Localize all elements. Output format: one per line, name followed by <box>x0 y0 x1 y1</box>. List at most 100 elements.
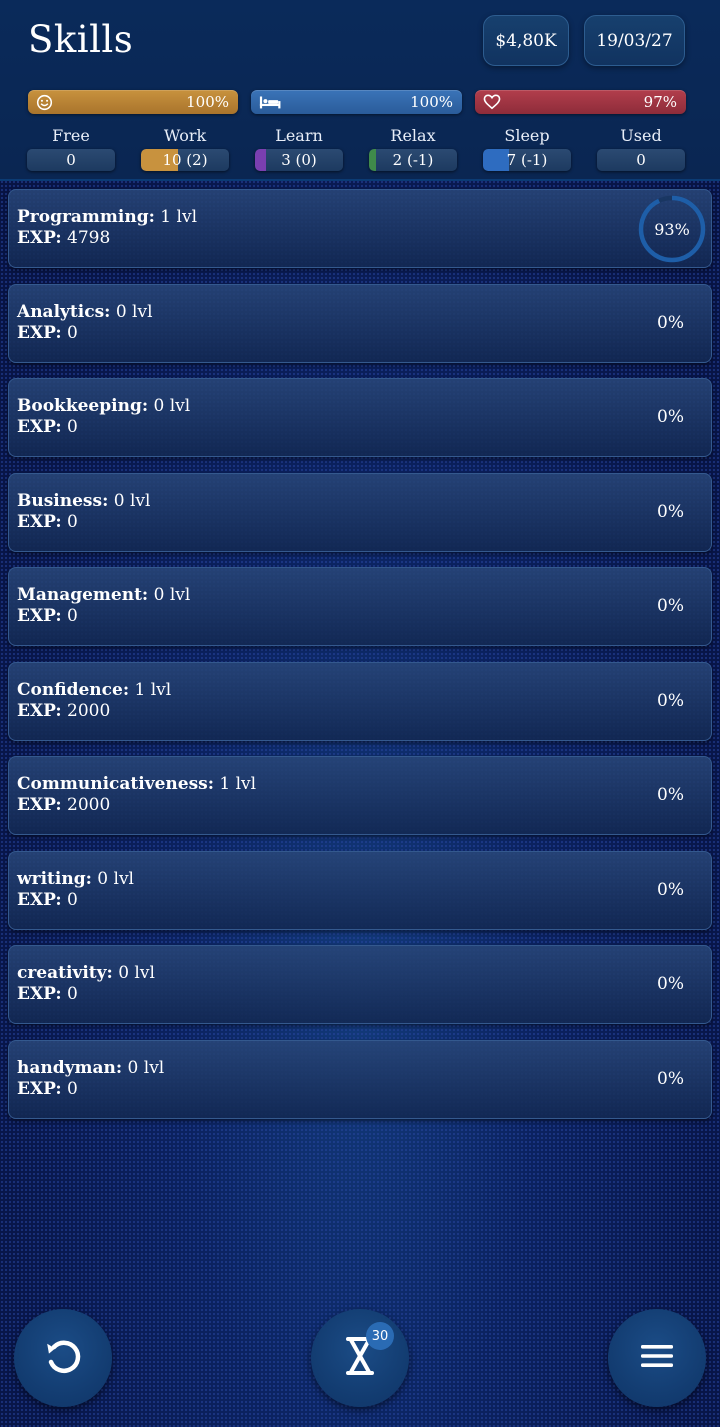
bed-icon <box>259 94 281 110</box>
health-bar: 97% <box>475 90 686 114</box>
skill-progress: 0% <box>657 879 684 900</box>
exp-label: EXP: <box>17 322 62 343</box>
stat-label: Sleep <box>504 126 550 145</box>
skill-exp: 0 <box>61 984 78 1004</box>
skill-exp: 2000 <box>61 795 111 815</box>
skill-card-writing[interactable]: writing: 0 lvl EXP: 0 0% <box>8 850 712 930</box>
top-bar: Skills $4,80K 19/03/27 100% 100% 97% Fre… <box>0 0 720 181</box>
skill-card-bookkeeping[interactable]: Bookkeeping: 0 lvl EXP: 0 0% <box>8 378 712 457</box>
stat-work: Work 10 (2) <box>141 126 229 171</box>
skill-card-programming[interactable]: Programming: 1 lvl EXP: 4798 93% <box>8 189 712 268</box>
stat-value: 10 (2) <box>162 151 208 169</box>
skill-progress: 0% <box>657 690 684 711</box>
exp-label: EXP: <box>17 511 62 532</box>
stat-label: Relax <box>390 126 436 145</box>
undo-button[interactable] <box>14 1309 112 1407</box>
exp-label: EXP: <box>17 1078 62 1099</box>
energy-bar: 100% <box>251 90 462 114</box>
skill-level: 0 lvl <box>148 396 191 416</box>
skill-card-handyman[interactable]: handyman: 0 lvl EXP: 0 0% <box>8 1039 712 1119</box>
stat-label: Work <box>163 126 207 145</box>
heart-icon <box>483 94 501 110</box>
skill-exp: 0 <box>61 1078 78 1099</box>
stat-box: 7 (-1) <box>483 149 571 171</box>
time-badge: 30 <box>366 1322 394 1350</box>
stat-label: Used <box>620 126 662 145</box>
stat-used: Used 0 <box>597 126 685 171</box>
skill-card-creativity[interactable]: creativity: 0 lvl EXP: 0 0% <box>8 945 712 1024</box>
skill-exp: 0 <box>61 889 78 910</box>
skill-level: 0 lvl <box>148 585 191 605</box>
stat-label: Learn <box>275 126 323 145</box>
skill-name: Management: <box>17 585 149 605</box>
skill-progress: 0% <box>657 312 684 333</box>
skill-exp: 0 <box>61 322 78 343</box>
skill-level: 0 lvl <box>110 301 153 322</box>
exp-label: EXP: <box>17 417 62 437</box>
date-button[interactable]: 19/03/27 <box>584 15 685 66</box>
exp-label: EXP: <box>17 606 62 626</box>
skills-list: Programming: 1 lvl EXP: 4798 93% Analyti… <box>8 189 712 1134</box>
stat-learn: Learn 3 (0) <box>255 126 343 171</box>
skill-name: Analytics: <box>17 301 111 322</box>
skill-exp: 0 <box>61 511 78 532</box>
skill-level: 0 lvl <box>122 1057 165 1078</box>
exp-label: EXP: <box>17 889 62 910</box>
skill-progress: 0% <box>657 1068 684 1089</box>
menu-button[interactable] <box>608 1309 706 1407</box>
skill-card-communicativeness[interactable]: Communicativeness: 1 lvl EXP: 2000 0% <box>8 756 712 835</box>
skill-progress: 93% <box>654 219 690 239</box>
energy-value: 100% <box>410 93 453 111</box>
exp-label: EXP: <box>17 795 62 815</box>
stat-relax: Relax 2 (-1) <box>369 126 457 171</box>
stat-box: 3 (0) <box>255 149 343 171</box>
skip-time-button[interactable] <box>311 1309 409 1407</box>
skill-name: Programming: <box>17 207 155 227</box>
skill-card-analytics[interactable]: Analytics: 0 lvl EXP: 0 0% <box>8 283 712 363</box>
skill-name: writing: <box>17 868 92 889</box>
skill-card-confidence[interactable]: Confidence: 1 lvl EXP: 2000 0% <box>8 661 712 741</box>
skill-progress: 0% <box>657 501 684 522</box>
stat-value: 7 (-1) <box>506 151 548 169</box>
stat-sleep: Sleep 7 (-1) <box>483 126 571 171</box>
money-button[interactable]: $4,80K <box>483 15 569 66</box>
skill-exp: 0 <box>61 606 78 626</box>
skill-level: 1 lvl <box>154 207 198 227</box>
skill-level: 0 lvl <box>91 868 134 889</box>
skill-name: Communicativeness: <box>17 774 214 794</box>
exp-label: EXP: <box>17 700 62 721</box>
skill-name: Confidence: <box>17 679 130 700</box>
skill-card-business[interactable]: Business: 0 lvl EXP: 0 0% <box>8 472 712 552</box>
skill-exp: 0 <box>61 417 78 437</box>
skill-progress: 0% <box>657 785 684 805</box>
skill-name: handyman: <box>17 1057 123 1078</box>
stat-value: 3 (0) <box>281 151 317 169</box>
exp-label: EXP: <box>17 984 62 1004</box>
stat-value: 0 <box>66 151 76 169</box>
page-title: Skills <box>28 18 134 61</box>
stat-label: Free <box>52 126 90 145</box>
stat-box: 2 (-1) <box>369 149 457 171</box>
health-value: 97% <box>643 93 677 111</box>
skill-exp: 2000 <box>61 700 111 721</box>
skill-exp: 4798 <box>61 228 111 248</box>
undo-icon <box>42 1335 84 1381</box>
skill-name: Bookkeeping: <box>17 396 149 416</box>
smiley-icon <box>36 94 53 111</box>
stat-box: 10 (2) <box>141 149 229 171</box>
skill-level: 1 lvl <box>214 774 257 794</box>
stat-box: 0 <box>27 149 115 171</box>
skill-progress: 0% <box>657 596 684 616</box>
skill-level: 1 lvl <box>129 679 172 700</box>
skill-card-management[interactable]: Management: 0 lvl EXP: 0 0% <box>8 567 712 646</box>
skill-progress: 0% <box>657 974 684 994</box>
hamburger-menu-icon <box>639 1342 675 1374</box>
skill-name: Business: <box>17 490 109 511</box>
skill-progress: 0% <box>657 407 684 427</box>
exp-label: EXP: <box>17 228 62 248</box>
skill-level: 0 lvl <box>108 490 151 511</box>
skill-name: creativity: <box>17 963 113 983</box>
stat-value: 2 (-1) <box>392 151 434 169</box>
stat-value: 0 <box>636 151 646 169</box>
mood-value: 100% <box>186 93 229 111</box>
